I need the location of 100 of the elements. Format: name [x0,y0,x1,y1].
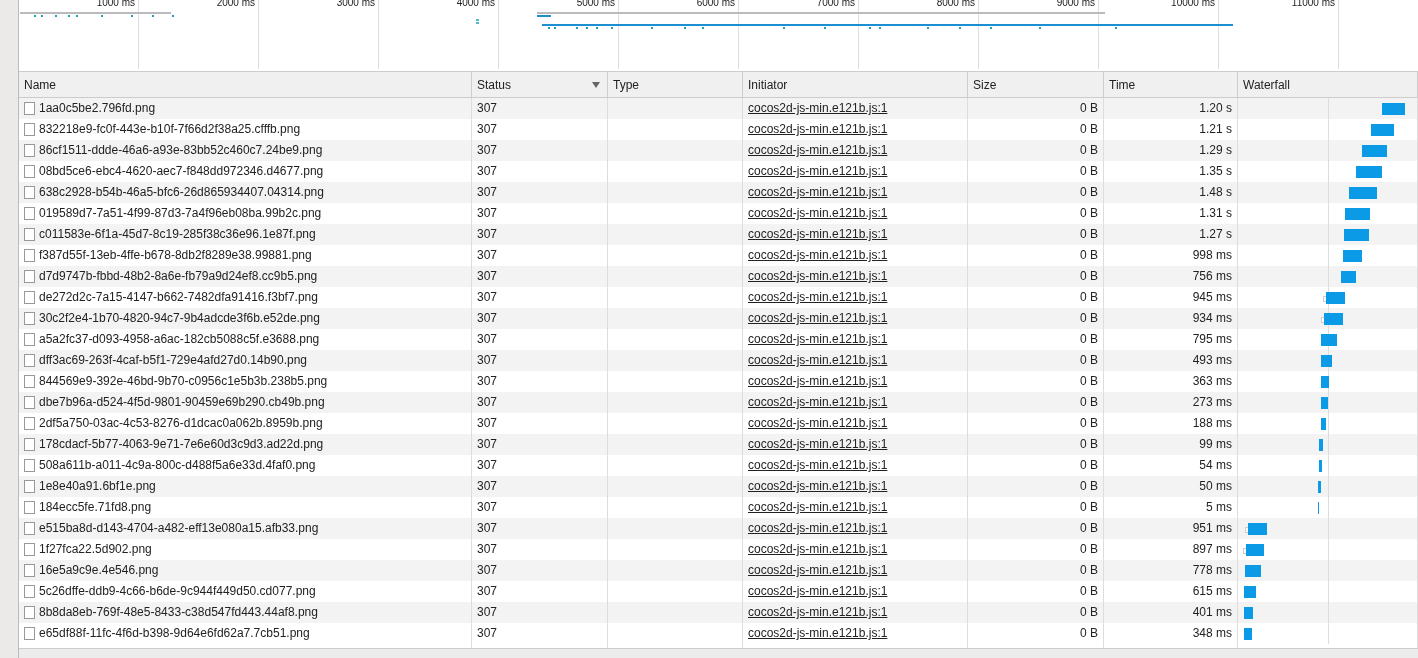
file-name: 508a611b-a011-4c9a-800c-d488f5a6e33d.4faf0.png [39,457,316,474]
waterfall-bar [1321,355,1332,367]
waterfall-bar [1321,397,1328,409]
table-cell: 1.20 s [1104,98,1238,119]
table-cell: 0 B [968,308,1104,329]
table-cell: 0 B [968,392,1104,413]
file-name: d7d9747b-fbbd-48b2-8a6e-fb79a9d24ef8.cc9b5.png [39,268,318,285]
file-name: de272d2c-7a15-4147-b662-7482dfa91416.f3bf7.png [39,289,318,306]
file-name: 844569e9-392e-46bd-9b70-c0956c1e5b3b.238b5.png [39,373,328,390]
file-icon [24,522,35,535]
column-header[interactable]: Status [472,72,608,98]
table-cell: 307 [472,224,608,245]
file-name: 832218e9-fc0f-443e-b10f-7f66d2f38a25.cfffb.png [39,121,301,138]
table-cell: 1.27 s [1104,224,1238,245]
file-icon [24,480,35,493]
initiator-link[interactable]: cocos2d-js-min.e121b.js:1 [748,332,888,346]
file-name: e65df88f-11fc-4f6d-b398-9d64e6fd62a7.7cb51.png [39,625,310,642]
initiator-link[interactable]: cocos2d-js-min.e121b.js:1 [748,458,888,472]
table-cell: 0 B [968,182,1104,203]
file-name: c011583e-6f1a-45d7-8c19-285f38c36e96.1e87f.png [39,226,316,243]
table-cell: 0 B [968,434,1104,455]
file-icon [24,606,35,619]
file-name: 30c2f2e4-1b70-4820-94c7-9b4adcde3f6b.e52de.png [39,310,320,327]
initiator-link[interactable]: cocos2d-js-min.e121b.js:1 [748,164,888,178]
file-icon [24,543,35,556]
column-header[interactable]: Time [1104,72,1238,98]
initiator-link[interactable]: cocos2d-js-min.e121b.js:1 [748,290,888,304]
file-icon [24,417,35,430]
file-name: dff3ac69-263f-4caf-b5f1-729e4afd27d0.14b90.png [39,352,307,369]
initiator-link[interactable]: cocos2d-js-min.e121b.js:1 [748,122,888,136]
waterfall-bar [1345,208,1370,220]
table-cell: 778 ms [1104,560,1238,581]
file-icon [24,627,35,640]
table-cell: 307 [472,476,608,497]
file-icon [24,501,35,514]
file-icon [24,291,35,304]
table-cell: 0 B [968,266,1104,287]
waterfall-bar [1341,271,1356,283]
table-cell: 307 [472,140,608,161]
file-icon [24,102,35,115]
file-icon [24,207,35,220]
initiator-link[interactable]: cocos2d-js-min.e121b.js:1 [748,374,888,388]
file-name: 184ecc5fe.71fd8.png [39,499,152,516]
column-header[interactable]: Size [968,72,1104,98]
file-icon [24,186,35,199]
table-cell: 934 ms [1104,308,1238,329]
table-cell: 951 ms [1104,518,1238,539]
table-cell: 307 [472,308,608,329]
waterfall-bar [1362,145,1387,157]
file-name: 1aa0c5be2.796fd.png [39,100,156,117]
table-cell: 348 ms [1104,623,1238,644]
file-icon [24,165,35,178]
file-name: 638c2928-b54b-46a5-bfc6-26d865934407.04314.png [39,184,324,201]
column-header[interactable]: Initiator [743,72,968,98]
table-cell: 307 [472,266,608,287]
column-header[interactable]: Waterfall [1238,72,1418,98]
file-name: 1e8e40a91.6bf1e.png [39,478,156,495]
initiator-link[interactable]: cocos2d-js-min.e121b.js:1 [748,542,888,556]
column-header[interactable]: Name [19,72,472,98]
table-cell: 1.48 s [1104,182,1238,203]
file-icon [24,249,35,262]
table-cell: 307 [472,182,608,203]
file-icon [24,270,35,283]
table-cell: 273 ms [1104,392,1238,413]
table-cell: 756 ms [1104,266,1238,287]
file-name: 2df5a750-03ac-4c53-8276-d1dcac0a062b.8959b.png [39,415,323,432]
waterfall-bar [1248,523,1267,535]
waterfall-bar [1344,229,1369,241]
initiator-link[interactable]: cocos2d-js-min.e121b.js:1 [748,500,888,514]
file-icon [24,585,35,598]
table-cell: 0 B [968,602,1104,623]
file-name: 16e5a9c9e.4e546.png [39,562,159,579]
file-name: 8b8da8eb-769f-48e5-8433-c38d547fd443.44af8.png [39,604,318,621]
file-icon [24,312,35,325]
table-cell: 307 [472,98,608,119]
initiator-link[interactable]: cocos2d-js-min.e121b.js:1 [748,584,888,598]
table-cell: 307 [472,518,608,539]
waterfall-bar [1324,313,1343,325]
initiator-link[interactable]: cocos2d-js-min.e121b.js:1 [748,626,888,640]
waterfall-bar [1321,418,1326,430]
file-icon [24,375,35,388]
initiator-link[interactable]: cocos2d-js-min.e121b.js:1 [748,416,888,430]
file-icon [24,144,35,157]
table-cell: 0 B [968,224,1104,245]
file-name: 1f27fca22.5d902.png [39,541,152,558]
waterfall-bar [1343,250,1362,262]
table-cell: 493 ms [1104,350,1238,371]
initiator-link[interactable]: cocos2d-js-min.e121b.js:1 [748,248,888,262]
file-name: dbe7b96a-d524-4f5d-9801-90459e69b290.cb49b.png [39,394,325,411]
waterfall-bar [1244,628,1252,640]
table-cell: 0 B [968,476,1104,497]
waterfall-bar [1245,565,1261,577]
file-icon [24,459,35,472]
initiator-link[interactable]: cocos2d-js-min.e121b.js:1 [748,206,888,220]
table-cell: 0 B [968,98,1104,119]
waterfall-bar [1244,607,1253,619]
table-cell: 307 [472,623,608,644]
waterfall-bar [1382,103,1405,115]
waterfall-bar [1356,166,1382,178]
column-header[interactable]: Type [608,72,743,98]
